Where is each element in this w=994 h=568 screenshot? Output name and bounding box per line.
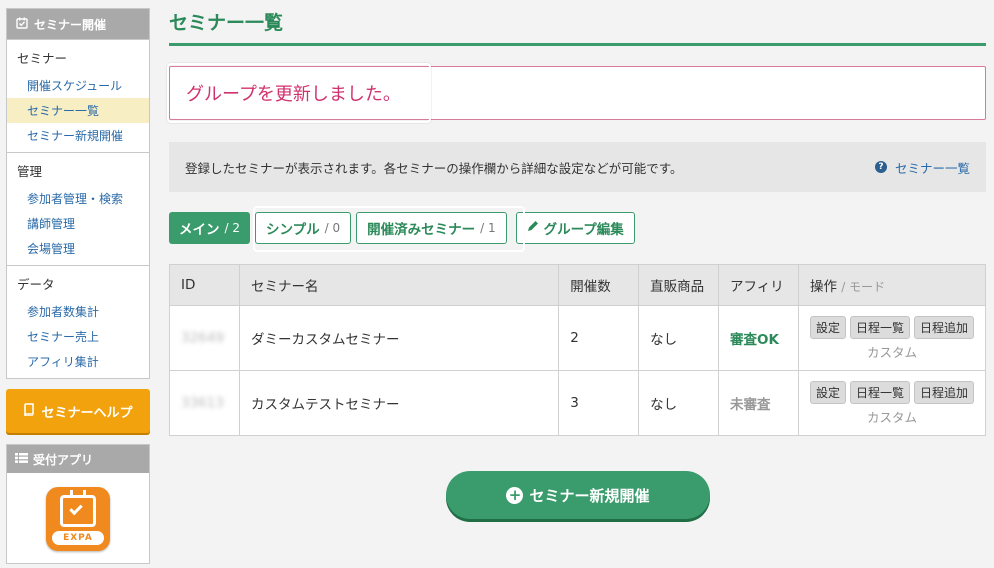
info-notice: 登録したセミナーが表示されます。各セミナーの操作欄から詳細な設定などが可能です。… [169, 142, 986, 192]
reception-app-panel: 受付アプリ EXPA [6, 444, 150, 564]
cell-direct: なし [638, 305, 719, 371]
cell-direct: なし [638, 370, 719, 436]
add-schedule-button[interactable]: 日程追加 [913, 315, 974, 339]
sidebar-section-data: データ 参加者数集計 セミナー売上 アフィリ集計 [7, 265, 149, 378]
tab-label: 開催済みセミナー [367, 222, 476, 238]
ops-buttons: 設定 日程一覧 日程追加 [809, 380, 974, 404]
cell-count: 3 [558, 370, 640, 436]
group-edit-label: グループ編集 [543, 222, 624, 238]
cell-affiliate: 審査OK [718, 305, 799, 371]
cell-name: カスタムテストセミナー [238, 370, 560, 436]
cell-name: ダミーカスタムセミナー [238, 305, 560, 371]
expa-app-icon[interactable]: EXPA [46, 487, 110, 551]
sidebar-item-venues[interactable]: 会場管理 [7, 236, 149, 261]
sidebar-item-participants[interactable]: 参加者管理・検索 [7, 186, 149, 211]
notice-link-label: セミナー一覧 [894, 160, 970, 176]
calendar-check-icon [16, 17, 28, 32]
tab-simple[interactable]: シンプル / 0 [255, 212, 352, 244]
cell-id: 32649 [169, 305, 240, 371]
sidebar-section-title: セミナー [17, 51, 68, 66]
tab-label: メイン [179, 222, 220, 238]
sidebar-header: セミナー開催 [7, 9, 149, 39]
sidebar-section-seminar: セミナー 開催スケジュール セミナー一覧 セミナー新規開催 [7, 39, 149, 152]
new-seminar-label: セミナー新規開催 [529, 486, 650, 505]
seminar-help-label: セミナーヘルプ [41, 405, 133, 421]
cell-count: 2 [558, 305, 640, 371]
pencil-icon [527, 220, 539, 236]
tab-count: / 1 [480, 221, 496, 235]
sidebar-section-title: データ [17, 277, 55, 292]
main-content: セミナー一覧 グループを更新しました。 登録したセミナーが表示されます。各セミナ… [167, 0, 987, 519]
add-schedule-button[interactable]: 日程追加 [913, 380, 974, 404]
expa-logo-text: EXPA [52, 531, 104, 545]
sidebar-item-attendance-stats[interactable]: 参加者数集計 [7, 299, 149, 324]
flash-message: グループを更新しました。 [167, 63, 986, 123]
group-tabs: メイン / 2 シンプル / 0 開催済みセミナー / 1 グループ編集 [169, 212, 986, 244]
col-ops: 操作 / モード [797, 264, 987, 306]
mode-label: カスタム [866, 409, 917, 425]
seminar-help-button[interactable]: セミナーヘルプ [6, 389, 150, 433]
flash-text: グループを更新しました。 [186, 84, 401, 105]
settings-button[interactable]: 設定 [809, 315, 846, 339]
tab-count: / 2 [224, 221, 241, 235]
seminar-id: 32649 [181, 330, 224, 346]
col-ops-label: 操作 [809, 279, 837, 295]
sidebar-item-affiliate-stats[interactable]: アフィリ集計 [7, 349, 149, 374]
col-direct: 直販商品 [638, 264, 719, 306]
sidebar-section-admin: 管理 参加者管理・検索 講師管理 会場管理 [7, 152, 149, 265]
sidebar-item-sales[interactable]: セミナー売上 [7, 324, 149, 349]
schedule-list-button[interactable]: 日程一覧 [849, 315, 910, 339]
seminar-table: ID セミナー名 開催数 直販商品 アフィリ 操作 / モード 32649 ダミ… [169, 264, 987, 436]
schedule-list-button[interactable]: 日程一覧 [849, 380, 910, 404]
cell-ops: 設定 日程一覧 日程追加 カスタム [797, 370, 987, 436]
page-title: セミナー一覧 [169, 0, 986, 46]
col-mode-label: / モード [841, 280, 886, 294]
col-id: ID [169, 264, 240, 306]
question-icon: ? [874, 161, 887, 173]
sidebar-item-schedule[interactable]: 開催スケジュール [7, 73, 149, 98]
tab-label: シンプル [266, 222, 320, 238]
table-row: 33613 カスタムテストセミナー 3 なし 未審査 設定 日程一覧 日程追加 … [169, 370, 987, 436]
affiliate-status: 未審査 [730, 397, 771, 413]
sidebar: セミナー開催 セミナー 開催スケジュール セミナー一覧 セミナー新規開催 管理 … [6, 8, 150, 564]
book-icon [23, 402, 35, 420]
sidebar-item-seminar-list[interactable]: セミナー一覧 [7, 98, 149, 123]
tab-main[interactable]: メイン / 2 [169, 212, 250, 244]
tab-count: / 0 [324, 221, 341, 235]
col-count: 開催数 [558, 264, 640, 306]
tab-finished-seminars[interactable]: 開催済みセミナー / 1 [356, 212, 507, 244]
seminar-id: 33613 [181, 395, 224, 411]
notice-text: 登録したセミナーが表示されます。各セミナーの操作欄から詳細な設定などが可能です。 [185, 160, 683, 176]
new-seminar-button[interactable]: + セミナー新規開催 [446, 471, 710, 519]
sidebar-section-title: 管理 [17, 164, 43, 179]
table-row: 32649 ダミーカスタムセミナー 2 なし 審査OK 設定 日程一覧 日程追加… [169, 305, 987, 371]
cell-id: 33613 [169, 370, 240, 436]
table-header-row: ID セミナー名 開催数 直販商品 アフィリ 操作 / モード [169, 264, 987, 306]
plus-circle-icon: + [506, 486, 524, 504]
mode-label: カスタム [866, 344, 917, 360]
sidebar-item-lecturers[interactable]: 講師管理 [7, 211, 149, 236]
settings-button[interactable]: 設定 [809, 380, 846, 404]
cell-affiliate: 未審査 [718, 370, 799, 436]
reception-app-title: 受付アプリ [33, 452, 94, 467]
col-name: セミナー名 [238, 264, 560, 306]
reception-app-header: 受付アプリ [7, 445, 149, 473]
sidebar-item-new-seminar[interactable]: セミナー新規開催 [7, 123, 149, 148]
col-affiliate: アフィリ [718, 264, 799, 306]
ops-buttons: 設定 日程一覧 日程追加 [809, 315, 974, 339]
sidebar-header-label: セミナー開催 [34, 17, 107, 32]
affiliate-status: 審査OK [730, 332, 779, 348]
seminar-list-help-link[interactable]: ? セミナー一覧 [874, 158, 970, 177]
group-edit-button[interactable]: グループ編集 [515, 212, 635, 244]
sidebar-nav: セミナー開催 セミナー 開催スケジュール セミナー一覧 セミナー新規開催 管理 … [6, 8, 150, 379]
cell-ops: 設定 日程一覧 日程追加 カスタム [797, 305, 987, 371]
grid-icon [15, 452, 28, 466]
